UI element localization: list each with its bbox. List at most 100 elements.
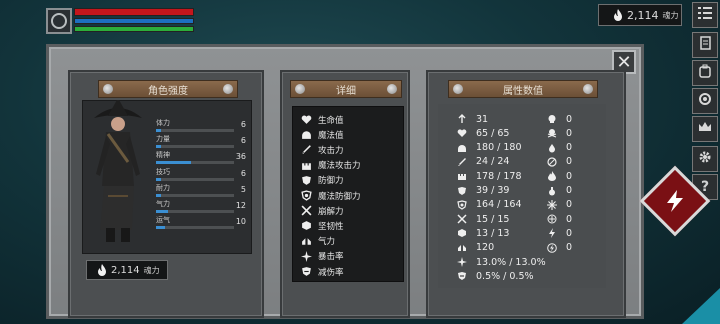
stat-row: 精神 36 (156, 150, 246, 166)
character-soul: 2,114 魂力 (86, 260, 168, 280)
stat-value: 6 (240, 168, 246, 178)
resist-value: 0 (566, 156, 573, 168)
stat-value: 12 (235, 201, 246, 210)
rivet-icon (453, 84, 463, 94)
detail-label: 崩解力 (318, 206, 344, 217)
stat-bar-fill (156, 161, 192, 165)
value-text: 65 / 65 (476, 127, 510, 139)
detail-item: 坚韧性 (300, 218, 344, 233)
stat-value: 10 (235, 217, 246, 227)
resist-row: 0 (546, 241, 572, 255)
backpack-icon (697, 63, 713, 83)
magic-shield-icon (456, 199, 468, 211)
value-text: 24 / 24 (476, 156, 510, 168)
value-text: 164 / 164 (476, 199, 522, 211)
stat-label: 耐力 (156, 183, 170, 192)
stat-row: 体力 6 (156, 118, 246, 134)
rank-button[interactable] (692, 116, 718, 142)
detail-label: 暴击率 (318, 252, 344, 263)
stat-bar-fill (156, 226, 166, 230)
stat-value: 5 (240, 184, 246, 194)
menu-button[interactable] (692, 2, 718, 28)
value-text: 180 / 180 (476, 142, 522, 154)
expand-corner-button[interactable] (682, 288, 720, 324)
star-burst-icon (456, 256, 468, 268)
detail-item: 攻击力 (300, 142, 344, 157)
value-text: 13 / 13 (476, 227, 510, 239)
stat-value: 6 (240, 120, 246, 129)
lightning-icon (662, 188, 688, 214)
scroll-button[interactable] (692, 32, 718, 58)
soul-unit: 魂力 (662, 10, 679, 20)
equipment-button[interactable] (692, 88, 718, 114)
hp-bar (74, 8, 194, 16)
heart-icon (456, 127, 468, 139)
resist-value: 0 (566, 185, 573, 196)
resist-value: 0 (566, 242, 573, 254)
resist-row: 0 (546, 169, 572, 183)
soul-value: 2,114 (627, 8, 659, 22)
detail-item: 魔法值 (300, 127, 344, 142)
sword-icon (456, 156, 468, 168)
stat-row: 力量 6 (156, 134, 246, 150)
value-text: 31 (476, 113, 489, 125)
detail-label: 防御力 (318, 176, 344, 187)
tenacity-icon (300, 220, 312, 232)
value-text: 15 / 15 (476, 213, 510, 225)
mp-bar (74, 18, 194, 24)
stat-label: 运气 (156, 216, 170, 225)
value-text: 39 / 39 (476, 185, 510, 196)
flame-icon (613, 9, 623, 21)
value-row: 0.5% / 0.5% (456, 269, 534, 283)
level-icon (456, 113, 468, 125)
soul-counter: 2,114 魂力 (598, 4, 682, 26)
detail-item: 魔法防御力 (300, 188, 361, 203)
lightning-icon (546, 227, 558, 239)
value-text: 120 (476, 242, 495, 254)
value-row: 164 / 164 (456, 198, 522, 212)
shield-icon (300, 174, 312, 186)
character-figure (94, 100, 142, 242)
reduce-shield-icon (456, 270, 468, 282)
tenacity-icon (456, 227, 468, 239)
emblem-icon[interactable] (46, 8, 72, 34)
resist-row: 0 (546, 112, 572, 126)
stat-label: 精神 (156, 151, 170, 160)
resist-row: 0 (546, 226, 572, 240)
detail-item: 减伤率 (300, 264, 344, 279)
drop-icon (546, 142, 558, 154)
detail-title-bar: 详细 (290, 80, 402, 98)
detail-item: 防御力 (300, 173, 344, 188)
value-text: 178 / 178 (476, 170, 522, 182)
stat-label: 体力 (156, 119, 170, 127)
character-title: 角色强度 (148, 85, 188, 97)
value-row: 13.0% / 13.0% (456, 255, 546, 269)
magic-shield-icon (300, 190, 312, 202)
castle-icon (300, 159, 312, 171)
lungs-icon (300, 235, 312, 247)
stat-bar-fill (156, 145, 162, 149)
detail-label: 气力 (318, 237, 336, 248)
stat-bar-fill (156, 177, 162, 181)
value-text: 13.0% / 13.0% (476, 256, 546, 268)
lungs-icon (456, 242, 468, 254)
game-screen: 2,114 魂力 ? ✕ 角色强度 体力 6 力量 6 精神 36 技巧 6 耐… (0, 0, 720, 324)
resist-row: 0 (546, 155, 572, 169)
rivet-icon (223, 84, 233, 94)
flame-icon (97, 264, 107, 276)
stat-bar-fill (156, 129, 162, 132)
detail-label: 攻击力 (318, 145, 344, 156)
settings-button[interactable] (692, 146, 718, 172)
value-row: 120 (456, 241, 494, 255)
inventory-button[interactable] (692, 60, 718, 86)
snowflake-icon (546, 199, 558, 211)
rivet-icon (295, 84, 305, 94)
fire-icon (546, 170, 558, 182)
value-row: 180 / 180 (456, 141, 522, 155)
values-title: 属性数值 (503, 85, 543, 97)
value-row: 31 (456, 112, 488, 126)
rivet-icon (583, 84, 593, 94)
stamina-bar (74, 26, 194, 32)
resist-value: 0 (566, 142, 573, 154)
stat-bar-track (156, 193, 234, 197)
